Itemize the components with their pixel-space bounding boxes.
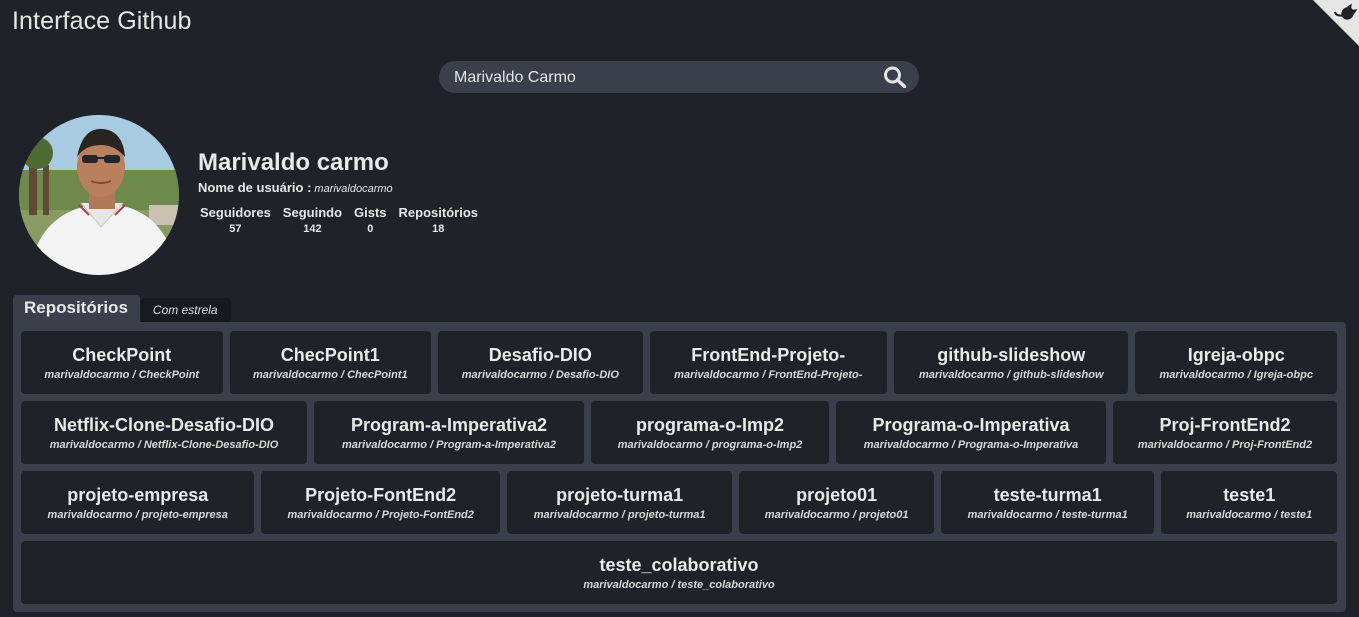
repo-name: Desafio-DIO: [488, 344, 592, 365]
repo-path: marivaldocarmo / Desafio-DIO: [461, 368, 619, 381]
repo-card[interactable]: Igreja-obpc marivaldocarmo / Igreja-obpc: [1135, 331, 1337, 394]
avatar: [19, 115, 179, 275]
repo-name: FrontEnd-Projeto-: [691, 344, 846, 365]
repo-card[interactable]: Desafio-DIO marivaldocarmo / Desafio-DIO: [438, 331, 643, 394]
stat-repositories: Repositórios 18: [397, 205, 480, 235]
app-page: Interface Github Marivaldo Carmo Marival…: [0, 0, 1359, 617]
repository-grid: CheckPoint marivaldocarmo / CheckPoint C…: [21, 331, 1337, 611]
repo-card[interactable]: Proj-FrontEnd2 marivaldocarmo / Proj-Fro…: [1113, 401, 1337, 464]
stat-value: 142: [303, 223, 322, 235]
profile-stats: Seguidores 57 Seguindo 142 Gists 0 Repos…: [198, 205, 488, 235]
repo-path: marivaldocarmo / Program-a-Imperativa2: [342, 438, 556, 451]
repo-path: marivaldocarmo / Proj-FrontEnd2: [1137, 438, 1313, 451]
repo-name: ChecPoint1: [280, 344, 380, 365]
repo-path: marivaldocarmo / projeto-turma1: [533, 508, 706, 521]
repo-name: Netflix-Clone-Desafio-DIO: [53, 414, 275, 435]
repo-name: CheckPoint: [72, 344, 172, 365]
repo-name: projeto-turma1: [556, 484, 684, 505]
repo-path: marivaldocarmo / Programa-o-Imperativa: [863, 438, 1079, 451]
stat-label: Gists: [354, 205, 387, 220]
repo-name: programa-o-Imp2: [635, 414, 785, 435]
stat-following: Seguindo 142: [281, 205, 344, 235]
repo-card[interactable]: teste-turma1 marivaldocarmo / teste-turm…: [940, 471, 1155, 534]
username-row: Nome de usuário : marivaldocarmo: [198, 180, 393, 195]
repo-card[interactable]: teste1 marivaldocarmo / teste1: [1161, 471, 1337, 534]
search-input[interactable]: [452, 61, 876, 95]
stat-label: Repositórios: [398, 205, 478, 220]
repo-card[interactable]: CheckPoint marivaldocarmo / CheckPoint: [21, 331, 223, 394]
repo-card[interactable]: Programa-o-Imperativa marivaldocarmo / P…: [836, 401, 1106, 464]
repo-name: projeto01: [796, 484, 878, 505]
repo-path: marivaldocarmo / Projeto-FontEnd2: [287, 508, 474, 521]
stat-value: 18: [432, 223, 445, 235]
repo-path: marivaldocarmo / projeto-empresa: [47, 508, 228, 521]
repo-card[interactable]: Netflix-Clone-Desafio-DIO marivaldocarmo…: [21, 401, 307, 464]
repo-card[interactable]: Program-a-Imperativa2 marivaldocarmo / P…: [314, 401, 584, 464]
app-title: Interface Github: [12, 7, 192, 35]
repo-name: teste1: [1223, 484, 1276, 505]
repo-card[interactable]: projeto01 marivaldocarmo / projeto01: [739, 471, 934, 534]
stat-value: 0: [367, 223, 374, 235]
search-icon[interactable]: [883, 66, 907, 88]
profile-name: Marivaldo carmo: [198, 149, 389, 176]
repo-path: marivaldocarmo / github-slideshow: [918, 368, 1104, 381]
repo-path: marivaldocarmo / teste-turma1: [967, 508, 1128, 521]
repo-path: marivaldocarmo / programa-o-Imp2: [617, 438, 803, 451]
repo-path: marivaldocarmo / teste_colaborativo: [583, 578, 775, 591]
repo-card[interactable]: projeto-empresa marivaldocarmo / projeto…: [21, 471, 255, 534]
repo-path: marivaldocarmo / FrontEnd-Projeto-: [674, 368, 863, 381]
repo-name: teste_colaborativo: [599, 554, 759, 575]
repo-card[interactable]: FrontEnd-Projeto- marivaldocarmo / Front…: [649, 331, 888, 394]
repo-card[interactable]: projeto-turma1 marivaldocarmo / projeto-…: [506, 471, 733, 534]
repo-path: marivaldocarmo / Igreja-obpc: [1159, 368, 1313, 381]
repo-name: github-slideshow: [937, 344, 1086, 365]
username-value: marivaldocarmo: [314, 183, 393, 195]
repository-row: teste_colaborativo marivaldocarmo / test…: [21, 541, 1337, 604]
repository-row: Netflix-Clone-Desafio-DIO marivaldocarmo…: [21, 401, 1337, 464]
repo-card[interactable]: programa-o-Imp2 marivaldocarmo / program…: [591, 401, 829, 464]
repo-card[interactable]: teste_colaborativo marivaldocarmo / test…: [21, 541, 1337, 604]
repository-row: CheckPoint marivaldocarmo / CheckPoint C…: [21, 331, 1337, 394]
username-label: Nome de usuário :: [198, 180, 312, 195]
stat-followers: Seguidores 57: [198, 205, 273, 235]
repo-path: marivaldocarmo / CheckPoint: [44, 368, 200, 381]
tab-bar: Repositórios Com estrela: [13, 295, 231, 322]
repo-path: marivaldocarmo / projeto01: [764, 508, 909, 521]
repo-card[interactable]: ChecPoint1 marivaldocarmo / ChecPoint1: [229, 331, 432, 394]
repo-path: marivaldocarmo / Netflix-Clone-Desafio-D…: [49, 438, 279, 451]
github-corner-icon[interactable]: [1313, 0, 1359, 46]
repo-name: teste-turma1: [993, 484, 1102, 505]
repo-path: marivaldocarmo / teste1: [1186, 508, 1313, 521]
stat-label: Seguidores: [200, 205, 271, 220]
repo-card[interactable]: Projeto-FontEnd2 marivaldocarmo / Projet…: [261, 471, 500, 534]
stat-value: 57: [229, 223, 242, 235]
tab-starred[interactable]: Com estrela: [140, 298, 231, 322]
tab-repositories[interactable]: Repositórios: [13, 295, 140, 322]
repo-name: Projeto-FontEnd2: [305, 484, 457, 505]
repo-name: Programa-o-Imperativa: [872, 414, 1070, 435]
repositories-panel: CheckPoint marivaldocarmo / CheckPoint C…: [13, 322, 1346, 612]
search-bar: [439, 61, 919, 95]
stat-label: Seguindo: [282, 205, 343, 220]
repo-name: projeto-empresa: [67, 484, 209, 505]
repo-path: marivaldocarmo / ChecPoint1: [252, 368, 408, 381]
repo-card[interactable]: github-slideshow marivaldocarmo / github…: [894, 331, 1129, 394]
stat-gists: Gists 0: [352, 205, 389, 235]
repository-row: projeto-empresa marivaldocarmo / projeto…: [21, 471, 1337, 534]
repo-name: Proj-FrontEnd2: [1159, 414, 1291, 435]
repo-name: Igreja-obpc: [1187, 344, 1285, 365]
repo-name: Program-a-Imperativa2: [350, 414, 548, 435]
